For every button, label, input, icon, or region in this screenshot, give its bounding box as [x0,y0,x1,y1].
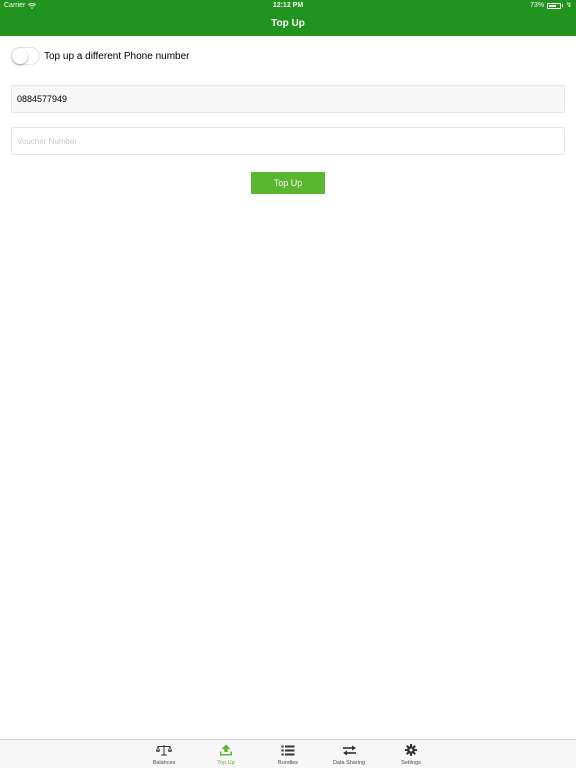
battery-tip [562,4,564,7]
tab-top-up[interactable]: Top Up [201,743,251,767]
tab-balances[interactable]: Balances [139,743,189,767]
scale-icon [156,743,172,757]
battery-percent: 73% [530,2,545,9]
different-number-label: Top up a different Phone number [44,50,190,62]
tab-label: Top Up [217,760,235,766]
status-bar: Carrier 12:12 PM 73% ↯ [0,0,576,12]
top-up-button[interactable]: Top Up [251,172,325,194]
list-icon [280,743,296,757]
charging-icon: ↯ [566,2,572,9]
phone-number-input[interactable] [11,85,565,113]
voucher-number-input[interactable] [11,127,565,155]
swap-arrows-icon [341,743,357,757]
status-time: 12:12 PM [272,2,304,9]
app-root: Carrier 12:12 PM 73% ↯ Top Up Top up a d… [0,0,576,768]
tab-bundles[interactable]: Bundles [263,743,313,767]
battery-icon [547,2,562,9]
gear-icon [403,743,419,757]
tab-label: Data Sharing [332,760,366,766]
tab-label: Settings [401,760,421,766]
header-bar: Carrier 12:12 PM 73% ↯ Top Up [0,0,576,36]
different-number-toggle[interactable] [11,47,40,65]
page-title: Top Up [271,18,305,29]
upload-icon [218,743,234,757]
different-number-row: Top up a different Phone number [11,47,189,65]
toggle-knob [12,48,28,64]
tab-data-sharing[interactable]: Data Sharing [324,743,374,767]
battery-fill [549,4,557,7]
tab-settings[interactable]: Settings [386,743,436,767]
tab-label: Bundles [278,760,298,766]
tab-bar: Balances Top Up Bundles Data Sharing Set… [0,739,576,768]
tab-label: Balances [152,760,176,766]
status-battery: 73% ↯ [530,2,572,9]
